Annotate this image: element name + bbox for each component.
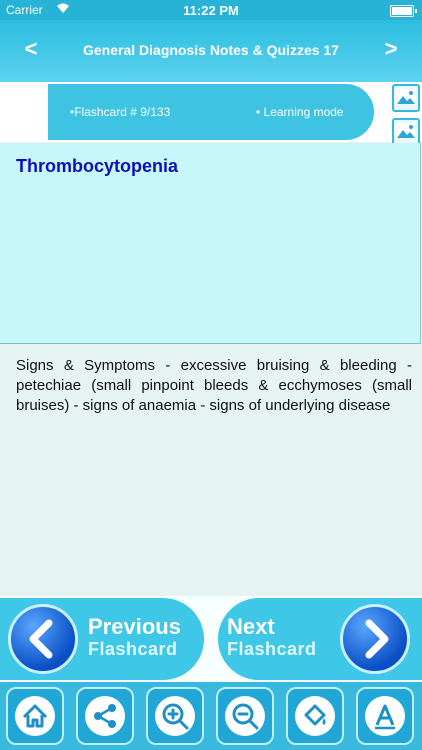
- home-button[interactable]: [6, 687, 64, 745]
- flashcard-counter: •Flashcard # 9/133: [70, 105, 171, 119]
- flashcard-info-pill: •Flashcard # 9/133 • Learning mode: [48, 84, 374, 140]
- battery-icon: [390, 5, 417, 17]
- theme-button[interactable]: [286, 687, 344, 745]
- question-text: Thrombocytopenia: [16, 156, 179, 176]
- chevron-right-icon: [340, 604, 410, 674]
- answer-text: Signs & Symptoms - excessive bruising & …: [16, 357, 412, 414]
- status-bar: Carrier 11:22 PM: [0, 0, 422, 20]
- share-button[interactable]: [76, 687, 134, 745]
- page-title: General Diagnosis Notes & Quizzes 17: [83, 42, 339, 58]
- share-icon: [85, 696, 125, 736]
- status-time: 11:22 PM: [183, 3, 239, 18]
- previous-sublabel: Flashcard: [88, 639, 178, 659]
- zoom-out-icon: [225, 696, 265, 736]
- font-icon: [365, 696, 405, 736]
- next-sublabel: Flashcard: [227, 639, 317, 659]
- forward-button[interactable]: >: [376, 36, 406, 62]
- next-label: Next: [227, 614, 275, 639]
- image-icon[interactable]: [392, 84, 420, 112]
- answer-panel: Signs & Symptoms - excessive bruising & …: [0, 344, 422, 596]
- font-button[interactable]: [356, 687, 414, 745]
- zoom-out-button[interactable]: [216, 687, 274, 745]
- next-flashcard-button[interactable]: Next Flashcard: [218, 598, 422, 680]
- side-icon-column: [392, 84, 422, 146]
- paint-bucket-icon: [295, 696, 335, 736]
- previous-label: Previous: [88, 614, 181, 639]
- question-panel: Thrombocytopenia: [0, 143, 421, 344]
- nav-bar: < General Diagnosis Notes & Quizzes 17 >: [0, 20, 422, 82]
- bottom-toolbar: [0, 682, 422, 750]
- mode-label: • Learning mode: [256, 105, 344, 119]
- home-icon: [15, 696, 55, 736]
- zoom-in-button[interactable]: [146, 687, 204, 745]
- chevron-left-icon: [8, 604, 78, 674]
- previous-flashcard-button[interactable]: Previous Flashcard: [0, 598, 204, 680]
- zoom-in-icon: [155, 696, 195, 736]
- image-icon[interactable]: [392, 118, 420, 146]
